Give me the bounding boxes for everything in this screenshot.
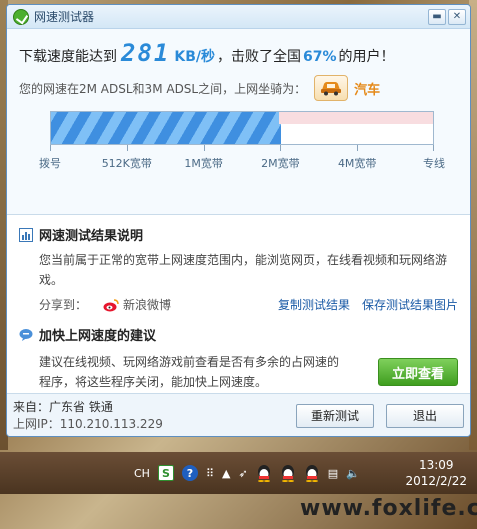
- help-icon[interactable]: ?: [181, 465, 198, 481]
- site-watermark: www.foxlife.cn: [300, 496, 477, 521]
- compare-row: 您的网速在2M ADSL和3M ADSL之间，上网坐骑为： 汽车: [19, 75, 458, 101]
- network-icon[interactable]: ▤: [328, 464, 338, 482]
- pointer-icon[interactable]: ➶: [238, 464, 247, 482]
- retest-button[interactable]: 重新测试: [296, 403, 374, 428]
- footer: 来自：广东省 铁通 上网IP：110.210.113.229 重新测试 退出: [7, 393, 470, 436]
- scale-tick: [357, 145, 359, 151]
- scale-label: 1M宽带: [184, 157, 223, 170]
- save-image-link[interactable]: 保存测试结果图片: [362, 296, 458, 313]
- system-clock[interactable]: 13:09 2012/2/22: [405, 457, 467, 489]
- language-indicator[interactable]: CH: [134, 464, 150, 482]
- close-button[interactable]: ✕: [448, 8, 466, 25]
- share-weibo-link[interactable]: 新浪微博: [123, 296, 171, 313]
- scale-label: 512K宽带: [101, 157, 152, 170]
- view-now-button[interactable]: 立即查看: [378, 358, 458, 386]
- scale-label: 专线: [423, 157, 445, 170]
- share-label: 分享到：: [39, 298, 88, 312]
- qq-icon-2[interactable]: [280, 464, 296, 482]
- scale-ticks: [50, 145, 434, 155]
- weibo-icon[interactable]: [103, 298, 119, 312]
- scale-label: 2M宽带: [261, 157, 300, 170]
- ime-icon[interactable]: S: [157, 465, 174, 481]
- explanation-title-row: 网速测试结果说明: [19, 225, 458, 244]
- isp-location: 来自：广东省 铁通: [13, 399, 113, 414]
- speed-bar-fill: [51, 112, 282, 144]
- headline-prefix: 下载速度能达到: [19, 49, 117, 65]
- advice-row: 建议在线视频、玩网络游戏前查看是否有多余的占网速的程序，将这些程序关闭，能加快上…: [39, 352, 458, 392]
- minimize-button[interactable]: ▬: [428, 8, 446, 25]
- explanation-title: 网速测试结果说明: [39, 229, 144, 244]
- scale-tick: [280, 145, 282, 151]
- volume-icon[interactable]: 🔈: [346, 464, 360, 482]
- advice-title-row: 加快上网速度的建议: [19, 325, 458, 344]
- ip-address: 上网IP：110.210.113.229: [13, 416, 163, 431]
- speed-bar-remaining: [279, 112, 433, 124]
- compare-text: 您的网速在2M ADSL和3M ADSL之间，上网坐骑为：: [19, 81, 307, 96]
- qq-icon-1[interactable]: [256, 464, 272, 482]
- result-section: 下载速度能达到 281 KB/秒 ，击败了全国 67% 的用户！ 您的网速在2M…: [7, 29, 470, 215]
- taskbar: CH S ? ⠿ ▲ ➶ ▤ 🔈 13:09 2012/2/22: [0, 452, 477, 494]
- info-section: 网速测试结果说明 您当前属于正常的宽带上网速度范围内，能浏览网页，在线看视频和玩…: [7, 215, 470, 393]
- window-title: 网速测试器: [34, 10, 95, 24]
- speed-bar: [50, 111, 434, 145]
- speed-value: 281: [121, 39, 171, 67]
- speech-bubble-icon: [19, 328, 33, 341]
- footer-buttons: 重新测试 退出: [296, 403, 464, 428]
- scale-tick: [50, 145, 51, 151]
- scale-labels: 拨号 512K宽带 1M宽带 2M宽带 4M宽带 专线: [33, 155, 453, 171]
- share-row: 分享到： 新浪微博 复制测试结果 保存测试结果图片: [39, 296, 458, 313]
- advice-text: 建议在线视频、玩网络游戏前查看是否有多余的占网速的程序，将这些程序关闭，能加快上…: [39, 355, 340, 389]
- speed-unit: KB/秒: [174, 49, 215, 65]
- connection-info: 来自：广东省 铁通 上网IP：110.210.113.229: [13, 399, 163, 433]
- clock-time: 13:09: [418, 458, 454, 472]
- clock-date: 2012/2/22: [405, 474, 467, 488]
- copy-result-link[interactable]: 复制测试结果: [278, 296, 350, 313]
- explanation-text: 您当前属于正常的宽带上网速度范围内，能浏览网页，在线看视频和玩网络游戏。: [39, 253, 448, 287]
- vehicle-label: 汽车: [354, 82, 381, 98]
- show-hidden-icon[interactable]: ▲: [222, 464, 230, 482]
- speed-test-window: 网速测试器 ▬ ✕ 下载速度能达到 281 KB/秒 ，击败了全国 67% 的用…: [6, 4, 471, 437]
- scale-tick: [203, 145, 205, 151]
- result-headline: 下载速度能达到 281 KB/秒 ，击败了全国 67% 的用户！: [19, 39, 458, 67]
- headline-mid: ，击败了全国: [217, 49, 301, 65]
- qq-icon-3[interactable]: [304, 464, 320, 482]
- scale-label: 4M宽带: [337, 157, 377, 170]
- car-icon: [314, 75, 349, 101]
- advice-title: 加快上网速度的建议: [39, 329, 157, 344]
- exit-button[interactable]: 退出: [386, 403, 464, 428]
- chart-icon: [19, 227, 33, 242]
- beat-percent: 67%: [303, 49, 337, 65]
- scale-tick: [126, 145, 128, 151]
- app-logo-icon: [13, 8, 29, 25]
- headline-suffix: 的用户！: [338, 49, 395, 65]
- scale-label: 拨号: [39, 157, 61, 170]
- scale-tick: [433, 145, 434, 151]
- tray-grid-icon[interactable]: ⠿: [206, 464, 214, 482]
- title-bar[interactable]: 网速测试器 ▬ ✕: [7, 5, 470, 29]
- window-controls: ▬ ✕: [428, 8, 470, 25]
- result-links: 复制测试结果 保存测试结果图片: [278, 296, 458, 313]
